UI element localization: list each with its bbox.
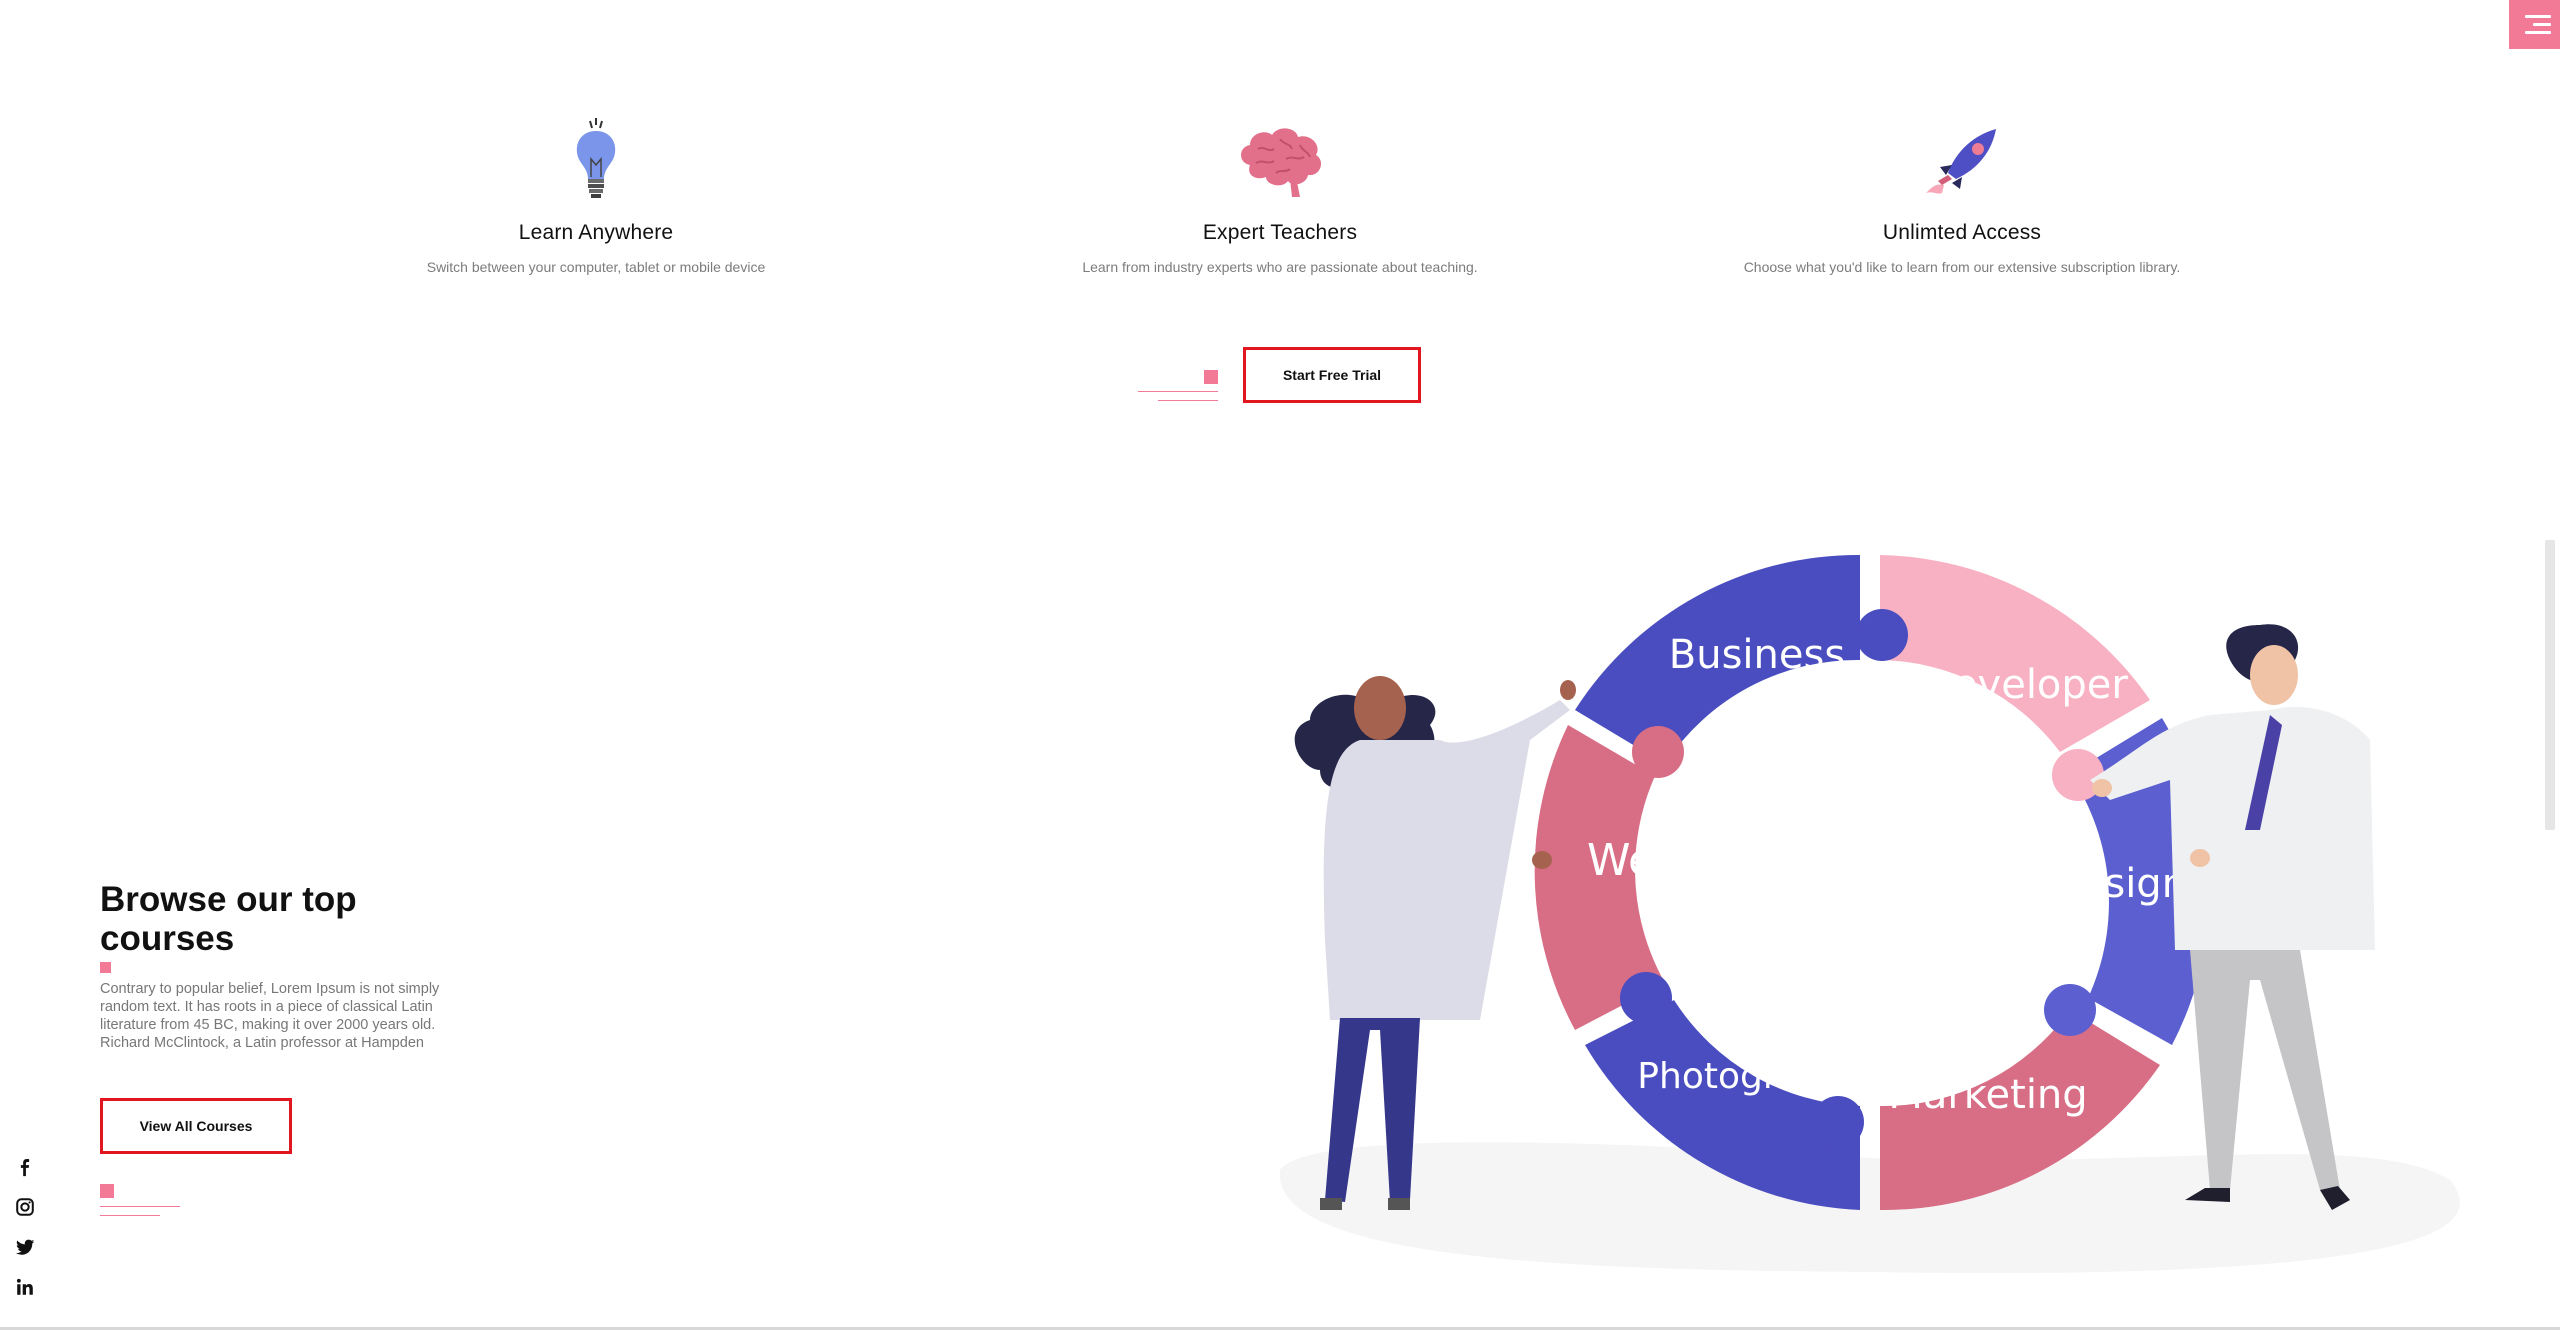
feature-learn-anywhere: Learn Anywhere Switch between your compu… <box>316 115 876 275</box>
accent-line <box>1158 400 1218 401</box>
segment-label-marketing: Marketing <box>1888 1072 2087 1118</box>
menu-line <box>2525 15 2551 18</box>
accent-square <box>100 1184 114 1198</box>
instagram-icon[interactable] <box>14 1196 36 1218</box>
linkedin-icon[interactable] <box>14 1276 36 1298</box>
accent-line <box>100 1206 180 1207</box>
view-all-courses-button[interactable]: View All Courses <box>100 1098 292 1154</box>
accent-line <box>100 1215 160 1216</box>
feature-unlimited-access: Unlimted Access Choose what you'd like t… <box>1682 115 2242 275</box>
feature-text: Learn from industry experts who are pass… <box>1082 259 1478 275</box>
segment-label-business: Business <box>1669 632 1845 678</box>
ground-shadow <box>1279 1142 2460 1274</box>
feature-text: Switch between your computer, tablet or … <box>426 259 766 275</box>
rocket-icon <box>1926 129 1996 194</box>
feature-title: Unlimted Access <box>1882 221 2042 244</box>
segment-label-photography: Photography <box>1637 1056 1866 1097</box>
twitter-icon[interactable] <box>14 1236 36 1258</box>
puzzle-piece-developer <box>1880 555 2150 752</box>
scrollbar-thumb[interactable] <box>2545 540 2555 830</box>
feature-expert-teachers: Expert Teachers Learn from industry expe… <box>1000 115 1560 275</box>
feature-title: Learn Anywhere <box>518 221 674 244</box>
puzzle-illustration: Business Developer Design Marketing Phot… <box>1279 554 2460 1274</box>
feature-title: Expert Teachers <box>1202 221 1358 244</box>
woman-figure <box>1294 676 1576 1210</box>
courses-title: Browse our top courses <box>100 880 357 958</box>
accent-line <box>1138 391 1218 392</box>
feature-text: Choose what you'd like to learn from our… <box>1743 259 2181 275</box>
start-free-trial-button[interactable]: Start Free Trial <box>1243 347 1421 403</box>
menu-line <box>2525 31 2551 34</box>
facebook-icon[interactable] <box>14 1156 36 1178</box>
courses-description: Contrary to popular belief, Lorem Ipsum … <box>100 981 440 1051</box>
segment-label-web: Web <box>1587 835 1683 886</box>
menu-line <box>2533 23 2551 26</box>
segment-label-developer: Developer <box>1922 662 2128 708</box>
menu-button[interactable] <box>2509 0 2560 49</box>
lightbulb-icon <box>576 118 616 198</box>
brain-icon <box>1241 128 1322 197</box>
accent-square <box>100 962 111 973</box>
segment-label-design: Design <box>2049 861 2187 907</box>
accent-square <box>1204 370 1218 384</box>
